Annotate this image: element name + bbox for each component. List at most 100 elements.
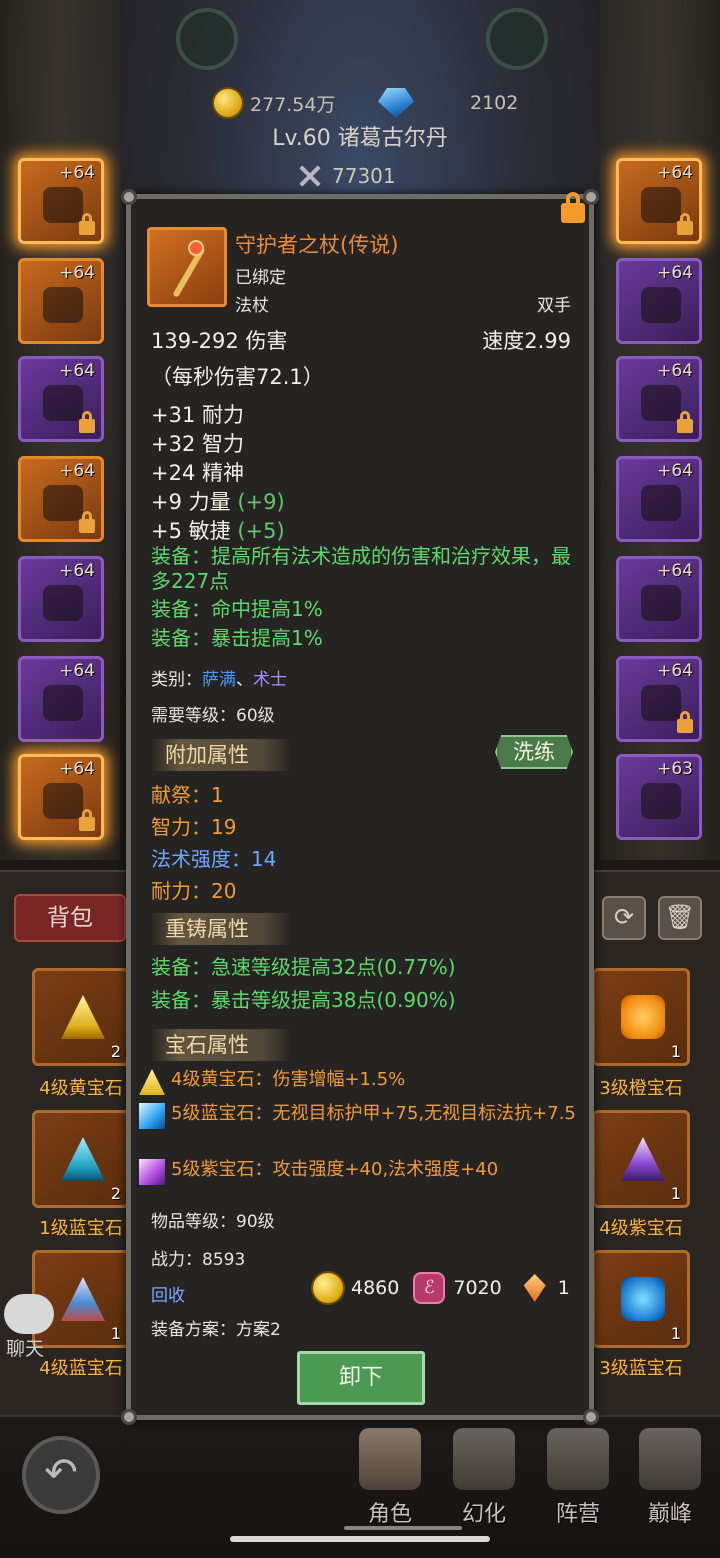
yellow-gem-icon	[139, 1069, 165, 1095]
equip-slot-feet[interactable]: +64	[18, 754, 104, 840]
nav-tab-character[interactable]: 角色	[346, 1424, 434, 1527]
slot-level: +64	[59, 759, 95, 779]
pants-icon	[641, 287, 681, 323]
equip-slot-neck[interactable]: +64	[18, 258, 104, 344]
corner-rivet-icon	[583, 189, 599, 205]
ornament-icon	[176, 8, 238, 70]
unequip-button[interactable]: 卸下	[297, 1351, 425, 1405]
bag-item[interactable]: 1	[592, 1250, 690, 1348]
chat-bubble-icon[interactable]	[4, 1294, 54, 1334]
yellow-gem-icon	[61, 995, 105, 1039]
ring-icon	[641, 485, 681, 521]
recycle-link[interactable]: 回收	[151, 1281, 185, 1306]
slot-level: +64	[59, 461, 95, 481]
reforge-stat: 装备：急速等级提高32点(0.77%)	[151, 955, 456, 979]
item-count: 2	[110, 1042, 121, 1061]
slot-level: +64	[59, 561, 95, 581]
extra-stat: 智力：19	[151, 815, 237, 839]
extra-stat: 献祭：1	[151, 783, 224, 807]
staff-icon	[147, 227, 227, 307]
nav-label: 角色	[367, 1502, 412, 1527]
item-level: 物品等级：90级	[151, 1212, 275, 1232]
equip-slot-ring-2[interactable]: +64	[616, 556, 702, 642]
blue-gem-icon	[61, 1137, 105, 1181]
slot-level: +64	[657, 661, 693, 681]
boots-icon	[43, 783, 83, 819]
belt-icon	[641, 187, 681, 223]
equip-slot-head[interactable]: +64	[18, 158, 104, 244]
banner-icon	[547, 1428, 609, 1490]
slot-level: +64	[59, 163, 95, 183]
stat-line: +5 敏捷 (+5)	[151, 519, 285, 543]
ring-icon	[641, 585, 681, 621]
lock-icon[interactable]	[561, 192, 585, 223]
item-count: 1	[670, 1324, 681, 1343]
trash-button[interactable]: 🗑	[658, 896, 702, 940]
recycle-rune: 7020	[453, 1277, 502, 1299]
item-type: 法杖	[235, 296, 269, 316]
nav-label: 巅峰	[647, 1502, 692, 1527]
extra-stat: 耐力：20	[151, 879, 237, 903]
lock-icon	[677, 213, 693, 235]
necklace-icon	[43, 287, 83, 323]
blue-gem-icon	[61, 1277, 105, 1321]
bag-tab[interactable]: 背包	[14, 894, 126, 942]
equip-slot-trinket-2[interactable]: +63	[616, 754, 702, 840]
crossed-swords-icon	[296, 165, 324, 187]
bag-item[interactable]: 1	[592, 968, 690, 1066]
equip-effect: 装备：暴击提高1%	[151, 626, 323, 650]
bag-item[interactable]: 2	[32, 968, 130, 1066]
item-tooltip: 守护者之杖(传说) 已绑定 法杖 双手 139-292 伤害 速度2.99 （每…	[121, 189, 599, 1425]
equip-slot-ring-1[interactable]: +64	[616, 456, 702, 542]
chat-label[interactable]: 聊天	[6, 1334, 44, 1361]
wings-icon	[639, 1428, 701, 1490]
bag-item[interactable]: 1	[592, 1110, 690, 1208]
blue-gem-icon	[621, 1277, 665, 1321]
equip-slot-wrist[interactable]: +64	[18, 556, 104, 642]
refresh-button[interactable]: ⟳	[602, 896, 646, 940]
equip-slot-chest[interactable]: +64	[18, 456, 104, 542]
gem-socket: 5级蓝宝石：无视目标护甲+75,无视目标法抗+7.5	[139, 1103, 585, 1129]
mask-icon	[453, 1428, 515, 1490]
nav-tab-transmog[interactable]: 幻化	[440, 1424, 528, 1527]
reforge-header: 重铸属性	[151, 913, 291, 945]
purple-gem-icon	[139, 1159, 165, 1185]
reroll-button[interactable]: 洗练	[495, 735, 573, 769]
nav-label: 幻化	[461, 1502, 506, 1527]
hero-name: Lv.60 诸葛古尔丹	[272, 126, 448, 151]
required-level: 需要等级：60级	[151, 706, 275, 726]
slot-level: +64	[657, 263, 693, 283]
trinket-icon	[641, 685, 681, 721]
back-button[interactable]: ↶	[22, 1436, 100, 1514]
equip-slot-hands[interactable]: +64	[18, 656, 104, 742]
combat-power-value: 77301	[332, 164, 396, 188]
equip-slot-legs[interactable]: +64	[616, 258, 702, 344]
lock-icon	[79, 213, 95, 235]
active-tab-indicator	[344, 1526, 462, 1530]
rune-icon: ℰ	[413, 1272, 446, 1304]
item-count: 1	[670, 1184, 681, 1203]
feet-icon	[641, 385, 681, 421]
blue-gem-icon	[139, 1103, 165, 1129]
nav-tab-peak[interactable]: 巅峰	[626, 1424, 714, 1527]
slot-level: +64	[59, 361, 95, 381]
trinket-icon	[641, 783, 681, 819]
home-indicator	[230, 1536, 490, 1542]
helmet-icon	[43, 187, 83, 223]
equip-slot-waist[interactable]: +64	[616, 158, 702, 244]
class-restriction: 类别：萨满、术士	[151, 670, 287, 690]
equip-effect: 装备：提高所有法术造成的伤害和治疗效果，最多227点	[151, 544, 571, 593]
corner-rivet-icon	[121, 189, 137, 205]
gem-socket: 4级黄宝石：伤害增幅+1.5%	[139, 1069, 585, 1095]
equip-slot-trinket-1[interactable]: +64	[616, 656, 702, 742]
orange-gem-icon	[621, 995, 665, 1039]
item-count: 2	[110, 1184, 121, 1203]
equip-slot-shoulder[interactable]: +64	[18, 356, 104, 442]
crystal-shard-icon	[523, 1274, 546, 1302]
bag-item-label: 3级橙宝石	[599, 1078, 683, 1099]
corner-rivet-icon	[121, 1409, 137, 1425]
nav-tab-faction[interactable]: 阵营	[534, 1424, 622, 1527]
bag-item[interactable]: 2	[32, 1110, 130, 1208]
helmet-icon	[359, 1428, 421, 1490]
equip-slot-boots[interactable]: +64	[616, 356, 702, 442]
